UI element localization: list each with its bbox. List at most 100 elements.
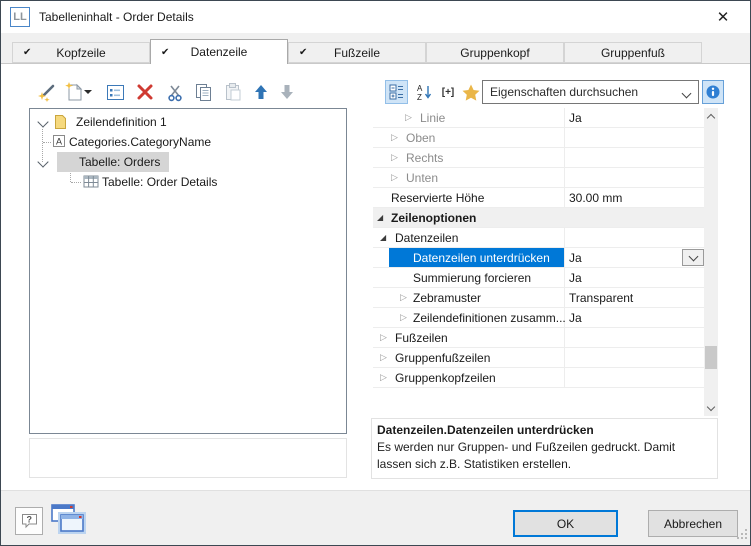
description-toggle-button[interactable] <box>702 80 724 104</box>
tab-gruppenfuss[interactable]: Gruppenfuß <box>564 42 702 63</box>
scroll-up-button[interactable] <box>704 108 718 124</box>
tree-item-label: Tabelle: Orders <box>79 152 160 172</box>
property-grid-scrollbar[interactable] <box>704 108 718 416</box>
property-group-datenzeilen[interactable]: Datenzeilen <box>373 228 704 248</box>
close-button[interactable]: ✕ <box>702 3 744 31</box>
move-up-icon[interactable] <box>249 80 273 104</box>
favorites-star-icon[interactable] <box>459 80 483 104</box>
copy-icon[interactable] <box>191 80 215 104</box>
expand-arrow-icon[interactable] <box>405 108 412 127</box>
scrollbar-thumb[interactable] <box>705 346 717 369</box>
expand-arrow-icon[interactable] <box>391 128 398 147</box>
property-value: 30.00 mm <box>569 188 622 207</box>
property-row-reservierte-hoehe[interactable]: Reservierte Höhe 30.00 mm <box>373 188 704 208</box>
collapse-arrow-icon[interactable] <box>377 208 383 227</box>
app-icon: LL <box>10 7 30 27</box>
property-row-zeilendefinitionen-zusammenfuehren[interactable]: Zeilendefinitionen zusamm... Ja <box>373 308 704 328</box>
column-divider <box>564 348 565 367</box>
property-label: Zebramuster <box>413 288 481 307</box>
app-icon-text: LL <box>13 11 26 23</box>
collapse-arrow-icon[interactable] <box>380 228 386 247</box>
column-divider <box>564 168 565 187</box>
search-properties-combobox[interactable]: Eigenschaften durchsuchen <box>482 80 699 104</box>
new-dropdown-icon[interactable] <box>82 80 94 104</box>
tree-item-categories-categoryname[interactable]: A Categories.CategoryName <box>30 132 345 152</box>
category-label: Zeilenoptionen <box>391 208 476 227</box>
resize-grip[interactable] <box>736 528 748 543</box>
property-label: Fußzeilen <box>395 328 448 347</box>
ok-button[interactable]: OK <box>513 510 618 537</box>
expand-arrow-icon[interactable] <box>400 308 407 327</box>
help-button[interactable]: ? <box>15 507 43 535</box>
cut-icon[interactable] <box>163 80 187 104</box>
column-divider <box>564 128 565 147</box>
move-down-icon[interactable] <box>275 80 299 104</box>
edit-wizard-icon[interactable] <box>35 80 59 104</box>
expand-all-icon[interactable]: [+] <box>436 80 460 104</box>
tab-kopfzeile[interactable]: ✔ Kopfzeile <box>12 42 150 63</box>
tree-item-zeilendefinition-1[interactable]: Zeilendefinition 1 <box>30 112 345 132</box>
column-divider <box>564 248 565 267</box>
description-body: Es werden nur Gruppen- und Fußzeilen ged… <box>377 439 709 473</box>
tree-item-tabelle-order-details[interactable]: Tabelle: Order Details <box>30 172 345 192</box>
property-group-gruppenfusszeilen[interactable]: Gruppenfußzeilen <box>373 348 704 368</box>
close-icon: ✕ <box>717 8 730 26</box>
property-value: Ja <box>569 308 582 327</box>
property-row-linie[interactable]: Linie Ja <box>373 108 704 128</box>
property-row-rechts[interactable]: Rechts <box>373 148 704 168</box>
property-row-datenzeilen-unterdruecken[interactable]: Datenzeilen unterdrücken Ja <box>373 248 704 268</box>
chevron-down-icon <box>707 402 715 410</box>
delete-icon[interactable] <box>133 80 157 104</box>
property-label: Zeilendefinitionen zusamm... <box>413 308 566 327</box>
expand-arrow-icon[interactable] <box>380 348 387 367</box>
chevron-down-icon[interactable] <box>37 156 48 167</box>
chevron-down-icon[interactable] <box>37 116 48 127</box>
property-group-fusszeilen[interactable]: Fußzeilen <box>373 328 704 348</box>
cancel-button[interactable]: Abbrechen <box>648 510 738 537</box>
text-field-icon: A <box>52 134 66 152</box>
property-category-zeilenoptionen[interactable]: Zeilenoptionen <box>373 208 704 228</box>
expand-arrow-icon[interactable] <box>391 148 398 167</box>
tab-label: Kopfzeile <box>56 46 105 60</box>
property-row-oben[interactable]: Oben <box>373 128 704 148</box>
dialog-tabelleninhalt: LL Tabelleninhalt - Order Details ✕ ✔ Ko… <box>0 0 751 546</box>
svg-text:?: ? <box>26 515 32 525</box>
properties-form-icon[interactable] <box>103 80 127 104</box>
column-divider <box>564 148 565 167</box>
property-grid: Linie Ja Oben Rechts Unten Reservierte H… <box>373 108 704 416</box>
property-label: Oben <box>406 128 435 147</box>
title-bar[interactable]: LL Tabelleninhalt - Order Details ✕ <box>1 1 750 33</box>
tab-check-icon[interactable]: ✔ <box>161 47 169 58</box>
search-placeholder-text: Eigenschaften durchsuchen <box>490 85 638 99</box>
window-layout-toggle-button[interactable] <box>49 503 87 540</box>
chevron-up-icon <box>707 113 715 121</box>
tab-check-icon[interactable]: ✔ <box>23 47 31 58</box>
property-row-zebramuster[interactable]: Zebramuster Transparent <box>373 288 704 308</box>
expand-arrow-icon[interactable] <box>380 328 387 347</box>
chevron-down-icon <box>688 251 698 261</box>
tab-datenzeile[interactable]: ✔ Datenzeile <box>150 39 288 64</box>
tab-gruppenkopf[interactable]: Gruppenkopf <box>426 42 564 63</box>
tab-check-icon[interactable]: ✔ <box>299 47 307 58</box>
sort-alphabetical-icon[interactable]: A Z <box>412 80 436 104</box>
property-row-summierung-forcieren[interactable]: Summierung forcieren Ja <box>373 268 704 288</box>
scroll-down-button[interactable] <box>704 400 718 416</box>
property-value: Ja <box>569 248 582 267</box>
expand-arrow-icon[interactable] <box>391 168 398 187</box>
property-row-unten[interactable]: Unten <box>373 168 704 188</box>
left-toolbar <box>29 78 347 106</box>
value-dropdown-button[interactable] <box>682 249 704 266</box>
expand-arrow-icon[interactable] <box>380 368 387 387</box>
property-label: Summierung forcieren <box>413 268 531 287</box>
tree-item-tabelle-orders[interactable]: Tabelle: Orders <box>30 152 345 172</box>
row-definition-tree: Zeilendefinition 1 A Categories.Category… <box>29 108 347 434</box>
paste-icon[interactable] <box>221 80 245 104</box>
chevron-down-icon[interactable] <box>682 89 692 99</box>
tree-item-label: Categories.CategoryName <box>69 132 211 152</box>
column-divider <box>564 368 565 387</box>
expand-arrow-icon[interactable] <box>400 288 407 307</box>
categorized-view-button[interactable] <box>385 80 408 104</box>
property-group-gruppenkopfzeilen[interactable]: Gruppenkopfzeilen <box>373 368 704 388</box>
tab-fusszeile[interactable]: ✔ Fußzeile <box>288 42 426 63</box>
column-divider <box>564 108 565 127</box>
